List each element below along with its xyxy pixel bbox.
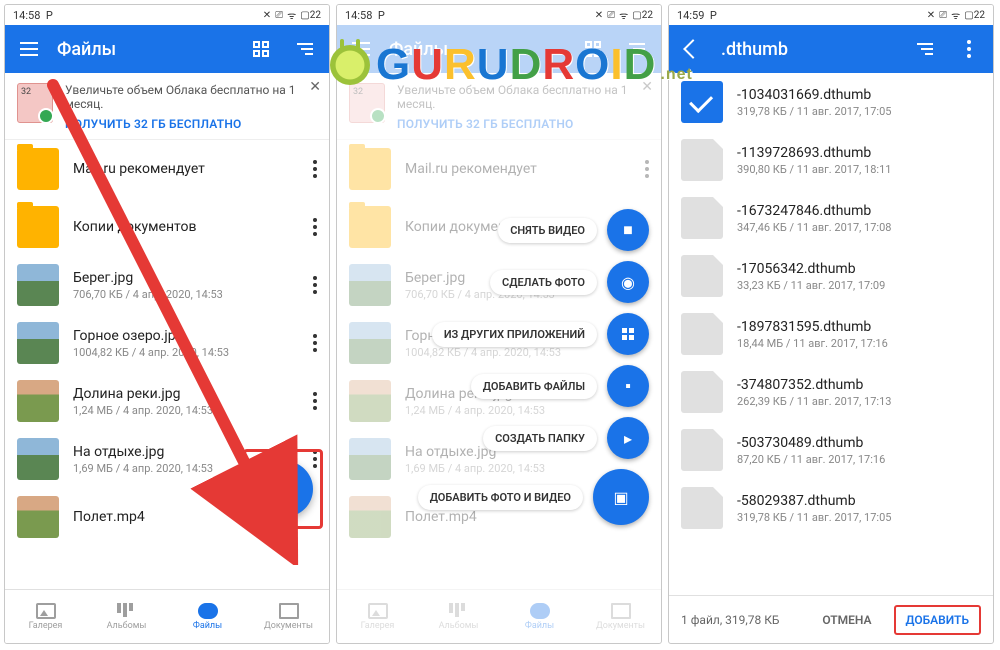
list-item[interactable]: Mail.ru рекомендует (5, 140, 329, 198)
video-icon: ■ (620, 222, 636, 238)
promo-cta-button[interactable]: ПОЛУЧИТЬ 32 ГБ БЕСПЛАТНО (65, 117, 317, 131)
list-item[interactable]: -58029387.dthumb319,78 КБ / 11 авг. 2017… (669, 479, 993, 537)
status-bar: 14:58 P ✕⎚ᯤ▢22 (337, 5, 661, 25)
camera-icon: ◉ (620, 274, 636, 290)
nav-files[interactable]: Файлы (167, 590, 248, 643)
more-icon[interactable] (313, 218, 317, 236)
fab-menu: СНЯТЬ ВИДЕО■ СДЕЛАТЬ ФОТО◉ ИЗ ДРУГИХ ПРИ… (418, 209, 649, 525)
view-grid-icon[interactable] (245, 33, 277, 65)
albums-icon (117, 603, 137, 619)
app-bar: .dthumb (669, 25, 993, 73)
menu-icon[interactable] (13, 33, 45, 65)
list-item[interactable]: -1139728693.dthumb390,80 КБ / 11 авг. 20… (669, 131, 993, 189)
nav-docs[interactable]: Документы (248, 590, 329, 643)
vibrate-icon: ✕ (263, 10, 271, 21)
selection-info: 1 файл, 319,78 КБ (681, 613, 800, 627)
screenshot-2: 14:58 P ✕⎚ᯤ▢22 Файлы Увеличьте объем Обл… (336, 4, 662, 644)
check-icon (681, 81, 723, 123)
list-item[interactable]: -503730489.dthumb87,20 КБ / 11 авг. 2017… (669, 421, 993, 479)
fab-option-add-files[interactable]: ДОБАВИТЬ ФАЙЛЫ▪ (471, 365, 649, 407)
status-bar: 14:59 P ✕⎚ᯤ▢22 (669, 5, 993, 25)
bottom-nav: Галерея Альбомы Файлы Документы (5, 589, 329, 643)
apps-icon (620, 326, 636, 342)
list-item[interactable]: -1673247846.dthumb347,46 КБ / 11 авг. 20… (669, 189, 993, 247)
status-bar: 14:58 P ✕⎚ᯤ▢22 (5, 5, 329, 25)
page-title: Файлы (57, 39, 233, 60)
wifi-icon: ᯤ (287, 8, 296, 22)
more-icon[interactable] (313, 160, 317, 178)
list-item[interactable]: -17056342.dthumb33,23 КБ / 11 авг. 2017,… (669, 247, 993, 305)
list-item[interactable]: -1897831595.dthumb18,44 МБ / 11 авг. 201… (669, 305, 993, 363)
fab-option-add-media[interactable]: ДОБАВИТЬ ФОТО И ВИДЕО▣ (418, 469, 649, 525)
app-bar: Файлы (5, 25, 329, 73)
more-icon[interactable] (313, 392, 317, 410)
sort-icon[interactable] (289, 33, 321, 65)
selection-footer: 1 файл, 319,78 КБ ОТМЕНА ДОБАВИТЬ (669, 595, 993, 643)
screenshot-1: 14:58 P ✕⎚ᯤ▢22 Файлы Увеличьте объем Обл… (4, 4, 330, 644)
cast-icon: ⎚ (275, 10, 283, 21)
folder-icon: ▸ (620, 430, 636, 446)
fab-option-other-apps[interactable]: ИЗ ДРУГИХ ПРИЛОЖЕНИЙ (432, 313, 649, 355)
sort-icon[interactable] (909, 33, 941, 65)
fab-option-create-folder[interactable]: СОЗДАТЬ ПАПКУ▸ (483, 417, 649, 459)
battery-icon: ▢22 (300, 10, 321, 21)
screenshot-3: 14:59 P ✕⎚ᯤ▢22 .dthumb -1034031669.dthum… (668, 4, 994, 644)
back-button[interactable] (677, 33, 709, 65)
page-title: .dthumb (721, 39, 897, 60)
list-item[interactable]: Копии документов (5, 198, 329, 256)
nav-gallery[interactable]: Галерея (5, 590, 86, 643)
document-icon (279, 603, 299, 619)
file-icon: ▪ (620, 378, 636, 394)
cancel-button[interactable]: ОТМЕНА (812, 607, 881, 633)
app-bar: Файлы (337, 25, 661, 73)
promo-title: Увеличьте объем Облака бесплатно на 1 ме… (65, 83, 317, 111)
image-icon: ▣ (613, 489, 629, 505)
fab-option-photo[interactable]: СДЕЛАТЬ ФОТО◉ (490, 261, 649, 303)
list-item[interactable]: Берег.jpg706,70 КБ / 4 апр. 2020, 14:53 (5, 256, 329, 314)
sd-card-icon (17, 83, 53, 123)
fab-add-button[interactable] (257, 461, 313, 517)
close-icon[interactable]: ✕ (309, 79, 321, 95)
more-icon[interactable] (953, 33, 985, 65)
list-item[interactable]: Горное озеро.jpg1004,82 КБ / 4 апр. 2020… (5, 314, 329, 372)
nav-albums[interactable]: Альбомы (86, 590, 167, 643)
more-icon[interactable] (313, 334, 317, 352)
add-button[interactable]: ДОБАВИТЬ (894, 605, 981, 635)
gallery-icon (36, 603, 56, 619)
list-item[interactable]: -374807352.dthumb262,39 КБ / 11 авг. 201… (669, 363, 993, 421)
list-item[interactable]: Долина реки.jpg1,24 МБ / 4 апр. 2020, 14… (5, 372, 329, 430)
fab-option-video[interactable]: СНЯТЬ ВИДЕО■ (498, 209, 649, 251)
more-icon[interactable] (313, 450, 317, 468)
more-icon[interactable] (313, 276, 317, 294)
list-item[interactable]: -1034031669.dthumb319,78 КБ / 11 авг. 20… (669, 73, 993, 131)
promo-banner: Увеличьте объем Облака бесплатно на 1 ме… (5, 73, 329, 140)
cloud-icon (198, 603, 218, 619)
